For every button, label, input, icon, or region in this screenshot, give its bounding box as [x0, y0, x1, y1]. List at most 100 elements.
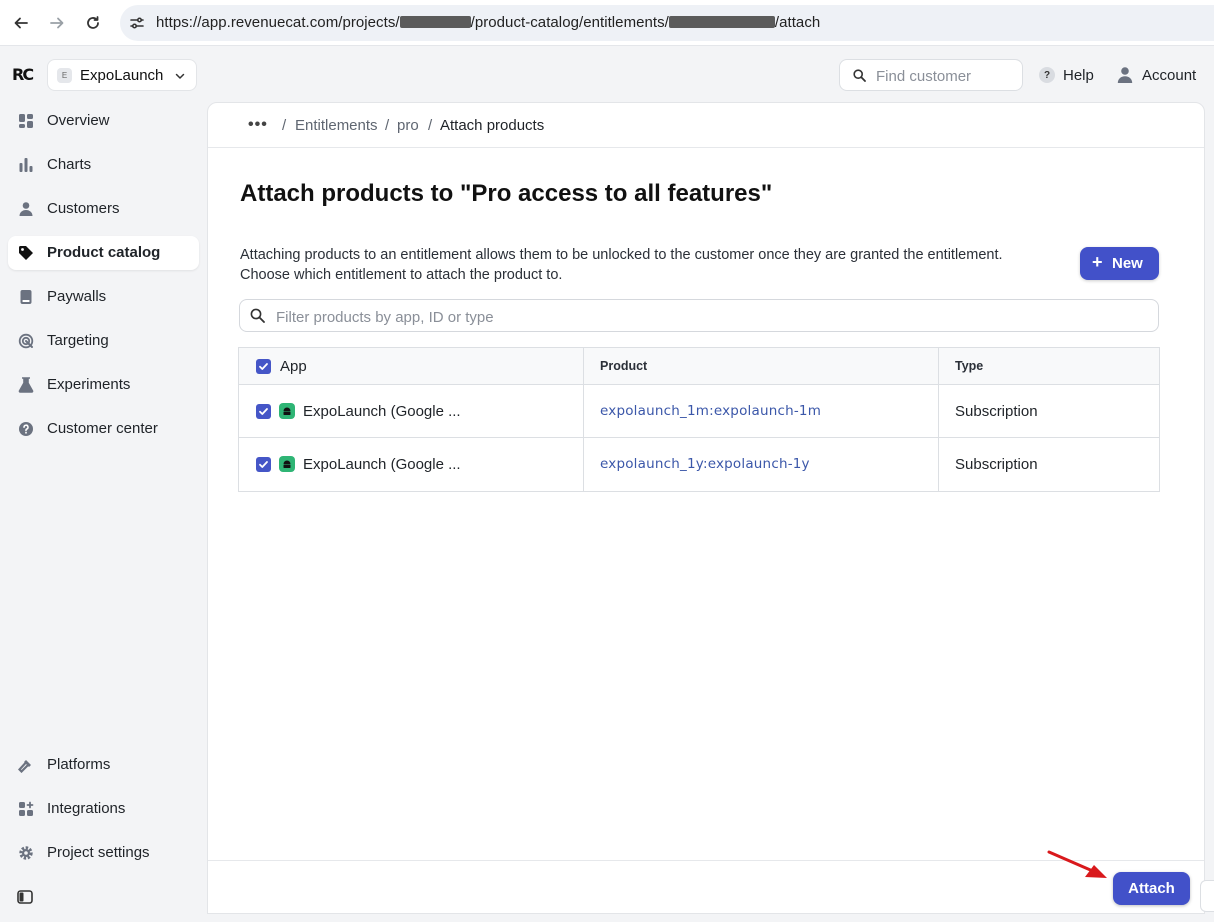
attach-button[interactable]: Attach — [1113, 872, 1190, 905]
sidebar-item-targeting[interactable]: Targeting — [8, 324, 199, 358]
search-icon — [853, 69, 866, 87]
sidebar-item-project-settings[interactable]: Project settings — [8, 836, 199, 870]
find-customer-search[interactable] — [839, 59, 1023, 91]
sidebar-item-label: Platforms — [47, 756, 111, 773]
sidebar-item-integrations[interactable]: Integrations — [8, 792, 199, 826]
book-icon — [17, 288, 35, 306]
address-bar[interactable]: https://app.revenuecat.com/projects/ /pro… — [120, 5, 1214, 41]
breadcrumb-separator: / — [428, 117, 433, 134]
description-line-2: Choose which entitlement to attach the p… — [240, 267, 563, 283]
project-name: ExpoLaunch — [80, 67, 164, 84]
page-description: Attaching products to an entitlement all… — [240, 245, 1060, 285]
sidebar-item-label: Customer center — [47, 420, 158, 437]
overview-icon — [17, 112, 35, 130]
forward-icon[interactable] — [45, 11, 69, 35]
column-divider — [583, 385, 584, 437]
sidebar-item-label: Overview — [47, 112, 110, 129]
page-title: Attach products to "Pro access to all fe… — [240, 180, 773, 207]
scroll-tab — [1200, 880, 1214, 912]
account-label: Account — [1142, 67, 1197, 84]
table-header: App Product Type — [239, 348, 1159, 385]
sidebar-item-customer-center[interactable]: Customer center — [8, 412, 199, 446]
sidebar-item-label: Customers — [47, 200, 120, 217]
sidebar-item-label: Integrations — [47, 800, 126, 817]
column-divider — [583, 348, 584, 384]
sidebar-item-paywalls[interactable]: Paywalls — [8, 280, 199, 314]
project-badge: E — [57, 68, 72, 83]
account-icon — [1117, 66, 1133, 89]
site-settings-icon[interactable] — [129, 15, 145, 36]
sidebar-item-overview[interactable]: Overview — [8, 104, 199, 138]
sidebar-item-charts[interactable]: Charts — [8, 148, 199, 182]
collapse-sidebar-icon[interactable] — [17, 889, 33, 910]
table-row[interactable]: ExpoLaunch (Google ... expolaunch_1y:exp… — [239, 438, 1159, 491]
annotation-arrow-icon — [1045, 848, 1111, 887]
row-checkbox[interactable] — [256, 457, 271, 472]
help-circle-icon — [17, 420, 35, 438]
url-text: https://app.revenuecat.com/projects/ /pro… — [156, 14, 820, 31]
redacted-entitlement-id — [668, 16, 775, 28]
url-suffix: /attach — [774, 14, 821, 31]
hammer-icon — [17, 756, 35, 774]
back-icon[interactable] — [9, 11, 33, 35]
person-icon — [17, 200, 35, 218]
sidebar-item-label: Charts — [47, 156, 92, 173]
project-selector[interactable]: E ExpoLaunch — [47, 59, 197, 91]
new-product-button[interactable]: + New — [1080, 247, 1159, 280]
gear-icon — [17, 844, 35, 862]
breadcrumb-pro[interactable]: pro — [397, 117, 419, 134]
product-filter[interactable] — [239, 299, 1159, 332]
products-table: App Product Type ExpoLaunch (Google ... … — [238, 347, 1160, 492]
filter-input[interactable] — [276, 307, 1136, 327]
sidebar-item-label: Targeting — [47, 332, 109, 349]
row-product-link[interactable]: expolaunch_1y:expolaunch-1y — [600, 456, 810, 472]
breadcrumb: ••• / Entitlements / pro / Attach produc… — [208, 103, 1204, 148]
row-app-name: ExpoLaunch (Google ... — [303, 456, 461, 473]
flask-icon — [17, 376, 35, 394]
row-app-name: ExpoLaunch (Google ... — [303, 403, 461, 420]
search-icon — [250, 308, 265, 328]
row-product-link[interactable]: expolaunch_1m:expolaunch-1m — [600, 403, 821, 419]
description-line-1: Attaching products to an entitlement all… — [240, 247, 1003, 263]
sidebar-item-label: Experiments — [47, 376, 131, 393]
redacted-project-id — [399, 16, 471, 28]
new-button-label: New — [1112, 255, 1143, 272]
revenuecat-logo[interactable]: RC — [12, 65, 36, 87]
tag-icon — [17, 244, 35, 262]
url-middle: /product-catalog/entitlements/ — [470, 14, 669, 31]
column-header-app: App — [280, 358, 307, 375]
android-icon — [279, 403, 295, 419]
reload-icon[interactable] — [81, 11, 105, 35]
sidebar-item-label: Project settings — [47, 844, 150, 861]
breadcrumb-entitlements[interactable]: Entitlements — [295, 117, 378, 134]
breadcrumb-more-button[interactable]: ••• — [248, 116, 268, 134]
row-checkbox[interactable] — [256, 404, 271, 419]
column-divider — [583, 438, 584, 491]
browser-toolbar: https://app.revenuecat.com/projects/ /pro… — [0, 0, 1214, 46]
row-type: Subscription — [955, 456, 1038, 473]
android-icon — [279, 456, 295, 472]
column-divider — [938, 385, 939, 437]
plus-icon: + — [1092, 252, 1103, 272]
integrations-icon — [17, 800, 35, 818]
chart-icon — [17, 156, 35, 174]
sidebar-item-label: Paywalls — [47, 288, 107, 305]
sidebar-item-platforms[interactable]: Platforms — [8, 748, 199, 782]
sidebar-item-label: Product catalog — [47, 244, 161, 261]
chevron-down-icon — [174, 69, 186, 87]
find-customer-input[interactable] — [876, 66, 1016, 86]
select-all-checkbox[interactable] — [256, 359, 271, 374]
help-label: Help — [1063, 67, 1094, 84]
help-icon: ? — [1039, 67, 1055, 83]
breadcrumb-attach-products: Attach products — [440, 117, 545, 134]
main-panel: ••• / Entitlements / pro / Attach produc… — [207, 102, 1205, 914]
url-prefix: https://app.revenuecat.com/projects/ — [156, 14, 400, 31]
sidebar: RC E ExpoLaunch Overview Charts Customer… — [0, 47, 206, 922]
sidebar-item-experiments[interactable]: Experiments — [8, 368, 199, 402]
row-type: Subscription — [955, 403, 1038, 420]
column-header-product: Product — [600, 359, 648, 373]
sidebar-item-product-catalog[interactable]: Product catalog — [8, 236, 199, 270]
target-icon — [17, 332, 35, 350]
table-row[interactable]: ExpoLaunch (Google ... expolaunch_1m:exp… — [239, 385, 1159, 438]
sidebar-item-customers[interactable]: Customers — [8, 192, 199, 226]
